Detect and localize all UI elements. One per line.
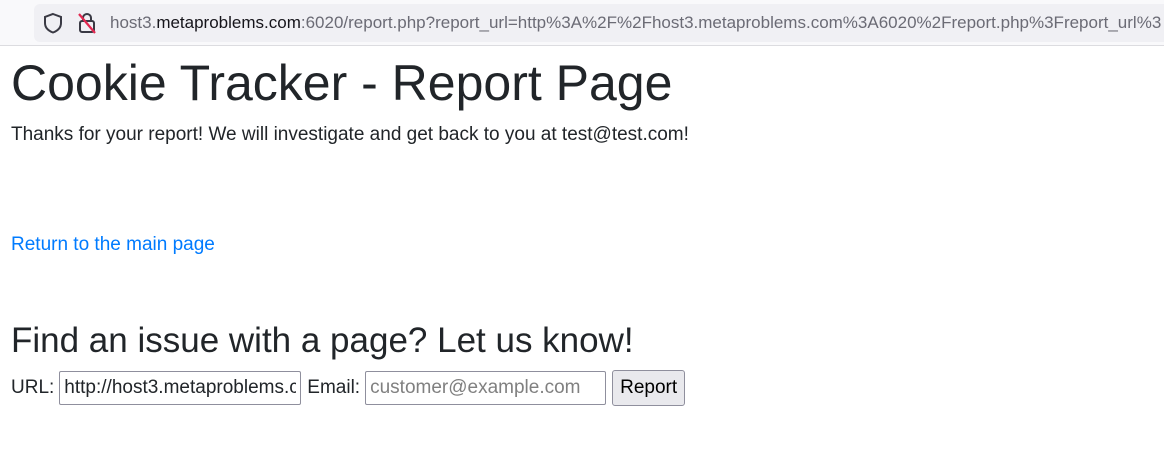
url-label: URL:	[11, 377, 55, 398]
email-label: Email:	[307, 377, 361, 398]
page-title: Cookie Tracker - Report Page	[11, 55, 673, 111]
form-heading: Find an issue with a page? Let us know!	[11, 321, 634, 360]
url-input[interactable]	[59, 371, 302, 405]
report-form: URL: Email: Report	[11, 370, 686, 406]
url-host: metaproblems.com	[156, 13, 301, 32]
email-input[interactable]	[365, 371, 607, 405]
shield-icon[interactable]	[42, 12, 64, 34]
report-button[interactable]: Report	[612, 370, 686, 406]
url-path: :6020/report.php?report_url=http%3A%2F%2…	[300, 13, 1162, 32]
thanks-message: Thanks for your report! We will investig…	[11, 124, 689, 145]
insecure-lock-icon[interactable]	[76, 11, 98, 35]
browser-toolbar: host3.metaproblems.com:6020/report.php?r…	[0, 0, 1164, 46]
url-prefix: host3.	[110, 13, 157, 32]
address-bar-url[interactable]: host3.metaproblems.com:6020/report.php?r…	[110, 12, 1164, 34]
return-main-link[interactable]: Return to the main page	[11, 233, 215, 257]
